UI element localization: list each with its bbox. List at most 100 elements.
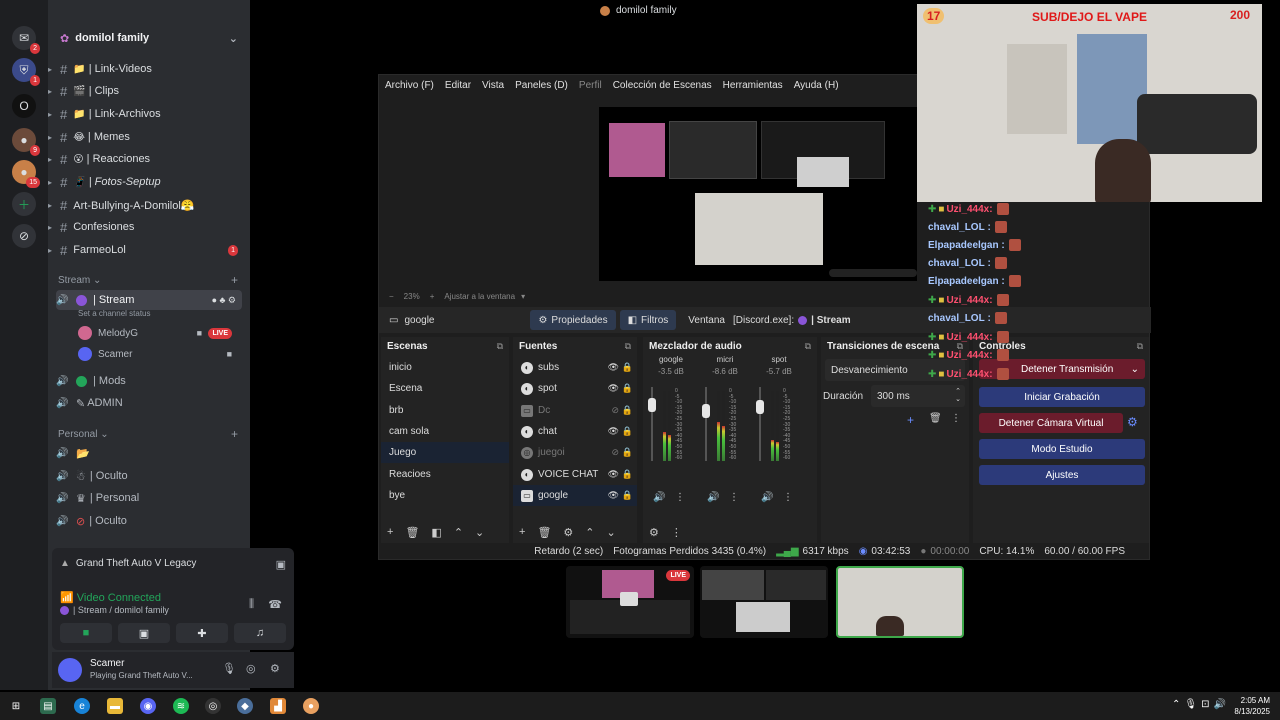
window-value[interactable]: [Discord.exe]: [733, 315, 794, 326]
volume-fader[interactable] [702, 387, 710, 461]
virtual-cam-settings-icon[interactable]: ⚙ [1127, 415, 1138, 429]
eye-icon[interactable]: 👁 [608, 426, 619, 437]
activity-row[interactable]: ▲ Grand Theft Auto V Legacy [60, 558, 196, 569]
eye-icon[interactable]: 👁 [608, 362, 619, 373]
gear-icon[interactable]: ⚙ [563, 526, 573, 539]
server-avatar2-icon[interactable]: ● 15 [12, 160, 40, 188]
voice-user[interactable]: MelodyG ■ LIVE [78, 324, 242, 342]
menu-tools[interactable]: Herramientas [723, 80, 783, 91]
lock-icon[interactable]: 🔒 [622, 383, 633, 394]
file-explorer-icon[interactable]: ▬ [107, 698, 123, 714]
voice-channel[interactable]: 🔊 ☃ | Oculto [56, 466, 242, 486]
filter-icon[interactable]: ◧ [431, 526, 441, 539]
soundboard-button[interactable]: ♫ [234, 623, 286, 643]
volume-fader[interactable] [756, 387, 764, 461]
camera-button[interactable]: ■ [60, 623, 112, 643]
studio-mode-button[interactable]: Modo Estudio [979, 439, 1145, 459]
add-icon[interactable]: + [519, 526, 525, 538]
menu-file[interactable]: Archivo (F) [385, 80, 434, 91]
channel-item[interactable]: ▸ # 📁 | Link-Videos [48, 59, 250, 79]
scene-item[interactable]: Reacioes [381, 464, 509, 485]
eye-icon[interactable]: 👁 [608, 383, 619, 394]
dock-float-icon[interactable]: ⧉ [805, 341, 811, 352]
kebab-menu-icon[interactable]: ⋮ [951, 413, 961, 424]
up-icon[interactable]: ⌃ [454, 526, 463, 539]
gear-icon[interactable]: ⚙ [649, 526, 659, 539]
menu-docks[interactable]: Paneles (D) [515, 80, 568, 91]
headphones-icon[interactable]: ◎ [246, 662, 256, 675]
voice-user[interactable]: Scamer ■ [78, 345, 242, 363]
disconnect-icon[interactable]: ☎ [268, 598, 282, 611]
channel-item[interactable]: ▸ # FarmeoLol 1 [48, 240, 250, 260]
shield-server-icon[interactable]: ⛨ 1 [12, 58, 40, 86]
properties-button[interactable]: ⚙ Propiedades [530, 310, 616, 330]
browser-icon[interactable]: ◆ [237, 698, 253, 714]
source-item[interactable]: ◐ spot 👁 🔒 [513, 378, 637, 399]
voice-channel[interactable]: 🔊 ⊘ | Oculto [56, 511, 242, 531]
clock[interactable]: 2:05 AM 8/13/2025 [1234, 695, 1270, 717]
lock-icon[interactable]: 🔒 [622, 362, 633, 373]
menu-view[interactable]: Vista [482, 80, 504, 91]
lock-icon[interactable]: 🔒 [622, 405, 633, 416]
fader-knob[interactable] [702, 404, 710, 418]
scene-item[interactable]: cam sola [381, 421, 509, 442]
spin-arrows-icon[interactable]: ⌃ ⌄ [955, 388, 961, 404]
screen-share-icon[interactable]: ▣ [276, 558, 286, 571]
channel-item[interactable]: ▸ # 📁 | Link-Archivos [48, 104, 250, 124]
tray-icons[interactable]: ⌃🎙⊡🔊 [1172, 699, 1230, 710]
zoom-out-icon[interactable]: − [389, 292, 394, 301]
trash-icon[interactable]: 🗑 [405, 526, 419, 539]
volume-icon[interactable]: 🔊 [707, 492, 719, 503]
kebab-menu-icon[interactable]: ⋮ [729, 492, 739, 503]
kebab-menu-icon[interactable]: ⋮ [675, 492, 685, 503]
obs-icon[interactable]: ◎ [205, 698, 221, 714]
microphone-icon[interactable]: 🎙 [222, 662, 236, 675]
voice-channel-stream[interactable]: 🔊 | Stream ● ♣ ⚙ [56, 290, 242, 310]
channel-item[interactable]: ▸ # 📱 | Fotos-Septup [48, 172, 250, 192]
zoom-mode[interactable]: Ajustar a la ventana [444, 292, 515, 301]
voice-channel-actions-icon[interactable]: ● ♣ ⚙ [212, 295, 236, 306]
source-item[interactable]: ◐ chat 👁 🔒 [513, 421, 637, 442]
eye-hidden-icon[interactable]: ⊘ [611, 447, 619, 458]
scene-item[interactable]: bye [381, 485, 509, 506]
menu-scene-collection[interactable]: Colección de Escenas [613, 80, 712, 91]
discord-app-icon[interactable]: ◉ [140, 698, 156, 714]
volume-icon[interactable]: 🔊 [761, 492, 773, 503]
stop-virtual-cam-button[interactable]: Detener Cámara Virtual [979, 413, 1123, 433]
spotify-icon[interactable]: ≋ [173, 698, 189, 714]
down-icon[interactable]: ⌄ [475, 526, 484, 539]
channel-item[interactable]: ▸ # 😂 | Memes [48, 127, 250, 147]
kebab-menu-icon[interactable]: ⋮ [783, 492, 793, 503]
trash-icon[interactable]: 🗑 [537, 526, 551, 539]
editor-icon[interactable]: ▟ [270, 698, 286, 714]
scene-item[interactable]: Escena [381, 378, 509, 399]
scene-item[interactable]: brb [381, 400, 509, 421]
app-icon[interactable]: ● [303, 698, 319, 714]
source-item-selected[interactable]: ▭ google 👁 🔒 [513, 485, 637, 506]
stream-thumbnail-selected[interactable] [836, 566, 964, 638]
server-avatar-icon[interactable]: ● 9 [12, 128, 40, 156]
volume-fader[interactable] [648, 387, 656, 461]
voice-channel[interactable]: 🔊 ♛ | Personal [56, 488, 242, 508]
dock-float-icon[interactable]: ⧉ [625, 341, 631, 352]
up-icon[interactable]: ⌃ [585, 526, 594, 539]
fader-knob[interactable] [756, 400, 764, 414]
discord-home-icon[interactable]: ✉ 2 [12, 26, 40, 54]
screen-share-button[interactable]: ▣ [118, 623, 170, 643]
add-channel-icon[interactable]: + [231, 273, 238, 287]
o-server-icon[interactable]: O [12, 94, 36, 118]
voice-channel[interactable]: 🔊 📂 [56, 443, 242, 463]
window-value-channel[interactable]: | Stream [811, 315, 850, 326]
channel-status[interactable]: Set a channel status [78, 309, 151, 318]
scene-item[interactable]: inicio [381, 357, 509, 378]
voice-location[interactable]: | Stream / domilol family [60, 605, 169, 615]
obs-preview[interactable] [599, 107, 917, 281]
trash-icon[interactable]: 🗑 [929, 413, 942, 424]
lock-icon[interactable]: 🔒 [622, 490, 633, 501]
duration-input[interactable]: 300 ms ⌃ ⌄ [871, 385, 965, 407]
server-header[interactable]: ✿ domilol family ⌄ [48, 22, 250, 54]
eye-icon[interactable]: 👁 [608, 469, 619, 480]
voice-channel-admin[interactable]: 🔊 ✎ ADMIN [56, 393, 242, 413]
scene-item-selected[interactable]: Juego [381, 442, 509, 463]
add-icon[interactable]: + [387, 526, 393, 538]
